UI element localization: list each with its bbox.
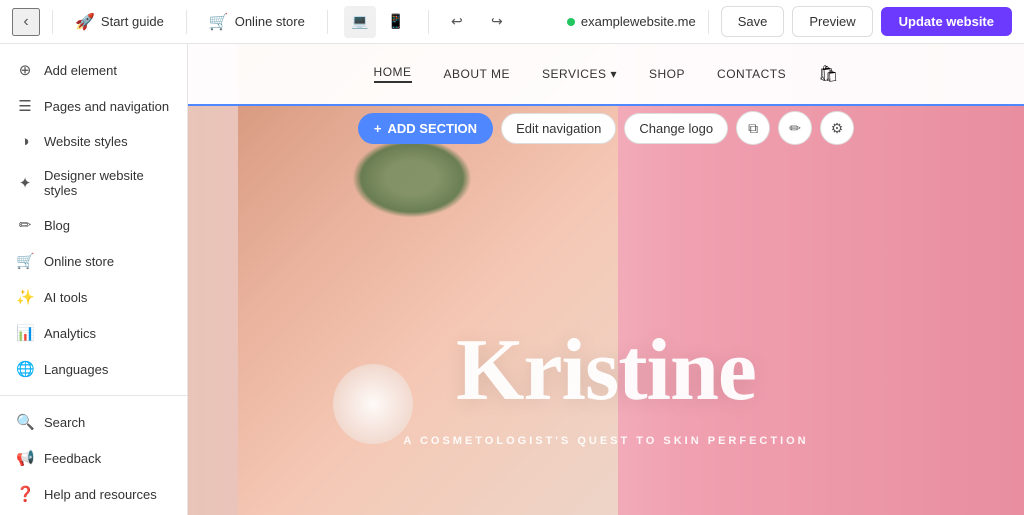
topbar-divider-1 <box>52 10 53 34</box>
sidebar-label-website-styles: Website styles <box>44 134 128 149</box>
url-text: examplewebsite.me <box>581 14 696 29</box>
styles-icon: ◑ <box>16 133 34 150</box>
nav-item-services[interactable]: SERVICES ▾ <box>542 67 617 81</box>
edit-icon: ✏ <box>789 120 801 137</box>
back-icon: ‹ <box>23 13 28 31</box>
sidebar-item-feedback[interactable]: 📢 Feedback <box>0 440 187 476</box>
sidebar-item-online-store[interactable]: 🛒 Online store <box>0 243 187 279</box>
sidebar-item-blog[interactable]: ✏ Blog <box>0 207 187 243</box>
desktop-view-button[interactable]: 💻 <box>344 6 376 38</box>
sidebar-label-search: Search <box>44 415 85 430</box>
edit-section-button[interactable]: ✏ <box>778 111 812 145</box>
topbar-divider-2 <box>186 10 187 34</box>
sidebar-item-pages-navigation[interactable]: ☰ Pages and navigation <box>0 88 187 124</box>
sidebar-top-section: ⊕ Add element ☰ Pages and navigation ◑ W… <box>0 44 187 395</box>
canvas-area: HOME ABOUT ME SERVICES ▾ SHOP CONTACTS 🛍… <box>188 44 1024 515</box>
sidebar-item-ai-tools[interactable]: ✨ AI tools <box>0 279 187 315</box>
dropdown-arrow-icon: ▾ <box>610 67 617 81</box>
change-logo-button[interactable]: Change logo <box>624 113 728 144</box>
nav-item-shop[interactable]: SHOP <box>649 67 685 81</box>
help-icon: ❓ <box>16 485 34 503</box>
sidebar-item-website-styles[interactable]: ◑ Website styles <box>0 124 187 159</box>
sidebar-label-languages: Languages <box>44 362 108 377</box>
blog-icon: ✏ <box>16 216 34 234</box>
sidebar-label-ai-tools: AI tools <box>44 290 87 305</box>
nav-item-contacts[interactable]: CONTACTS <box>717 67 786 81</box>
topbar-divider-3 <box>327 10 328 34</box>
save-button[interactable]: Save <box>721 6 785 37</box>
sidebar-item-languages[interactable]: 🌐 Languages <box>0 351 187 387</box>
rocket-icon: 🚀 <box>75 12 95 32</box>
website-url: examplewebsite.me <box>567 14 696 29</box>
start-guide-button[interactable]: 🚀 Start guide <box>65 6 174 38</box>
pages-icon: ☰ <box>16 97 34 115</box>
sidebar-item-designer-styles[interactable]: ✦ Designer website styles <box>0 159 187 207</box>
desktop-icon: 💻 <box>351 13 368 30</box>
sidebar-item-analytics[interactable]: 📊 Analytics <box>0 315 187 351</box>
start-guide-label: Start guide <box>101 14 164 29</box>
sidebar-label-pages-navigation: Pages and navigation <box>44 99 169 114</box>
nav-item-home[interactable]: HOME <box>374 65 412 83</box>
search-icon: 🔍 <box>16 413 34 431</box>
sidebar-label-analytics: Analytics <box>44 326 96 341</box>
languages-icon: 🌐 <box>16 360 34 378</box>
back-button[interactable]: ‹ <box>12 8 40 36</box>
ai-icon: ✨ <box>16 288 34 306</box>
settings-icon: ⚙ <box>831 120 844 137</box>
sidebar-label-designer-styles: Designer website styles <box>44 168 171 198</box>
hero-title: Kristine <box>188 327 1024 415</box>
mobile-icon: 📱 <box>387 13 404 30</box>
copy-section-button[interactable]: ⧉ <box>736 111 770 145</box>
sidebar-item-help[interactable]: ❓ Help and resources <box>0 476 187 512</box>
edit-navigation-button[interactable]: Edit navigation <box>501 113 616 144</box>
topbar: ‹ 🚀 Start guide 🛒 Online store 💻 📱 ↩ ↪ e… <box>0 0 1024 44</box>
settings-section-button[interactable]: ⚙ <box>820 111 854 145</box>
topbar-divider-4 <box>428 10 429 34</box>
website-preview: HOME ABOUT ME SERVICES ▾ SHOP CONTACTS 🛍… <box>188 44 1024 515</box>
sidebar-bottom-section: 🔍 Search 📢 Feedback ❓ Help and resources <box>0 395 187 515</box>
preview-button[interactable]: Preview <box>792 6 872 37</box>
sidebar-item-search[interactable]: 🔍 Search <box>0 404 187 440</box>
undo-icon: ↩ <box>451 13 463 30</box>
add-section-button[interactable]: + ADD SECTION <box>358 113 493 144</box>
main-area: ⊕ Add element ☰ Pages and navigation ◑ W… <box>0 44 1024 515</box>
sidebar-label-online-store: Online store <box>44 254 114 269</box>
feedback-icon: 📢 <box>16 449 34 467</box>
undo-button[interactable]: ↩ <box>441 6 473 38</box>
add-section-label: ADD SECTION <box>388 121 478 136</box>
live-indicator <box>567 18 575 26</box>
update-website-button[interactable]: Update website <box>881 7 1012 36</box>
online-store-label: Online store <box>235 14 305 29</box>
nav-item-about[interactable]: ABOUT ME <box>444 67 510 81</box>
mobile-view-button[interactable]: 📱 <box>380 6 412 38</box>
topbar-divider-5 <box>708 10 709 34</box>
sidebar-label-blog: Blog <box>44 218 70 233</box>
store-icon: 🛒 <box>16 252 34 270</box>
sidebar-label-feedback: Feedback <box>44 451 101 466</box>
sidebar-label-add-element: Add element <box>44 63 117 78</box>
online-store-button[interactable]: 🛒 Online store <box>199 6 315 38</box>
services-label: SERVICES <box>542 67 606 81</box>
cart-icon-nav[interactable]: 🛍 <box>818 64 838 84</box>
sidebar: ⊕ Add element ☰ Pages and navigation ◑ W… <box>0 44 188 515</box>
device-toggle-group: 💻 📱 <box>340 6 416 38</box>
cart-icon-topbar: 🛒 <box>209 12 229 32</box>
copy-icon: ⧉ <box>748 120 758 137</box>
hero-subtitle: A COSMETOLOGIST'S QUEST TO SKIN PERFECTI… <box>188 435 1024 447</box>
redo-button[interactable]: ↪ <box>481 6 513 38</box>
analytics-icon: 📊 <box>16 324 34 342</box>
sidebar-item-add-element[interactable]: ⊕ Add element <box>0 52 187 88</box>
plus-icon: + <box>374 121 382 136</box>
preview-toolbar: + ADD SECTION Edit navigation Change log… <box>188 106 1024 150</box>
preview-navigation: HOME ABOUT ME SERVICES ▾ SHOP CONTACTS 🛍 <box>188 44 1024 104</box>
plus-circle-icon: ⊕ <box>16 61 34 79</box>
sidebar-label-help: Help and resources <box>44 487 157 502</box>
redo-icon: ↪ <box>491 13 503 30</box>
designer-icon: ✦ <box>16 174 34 192</box>
